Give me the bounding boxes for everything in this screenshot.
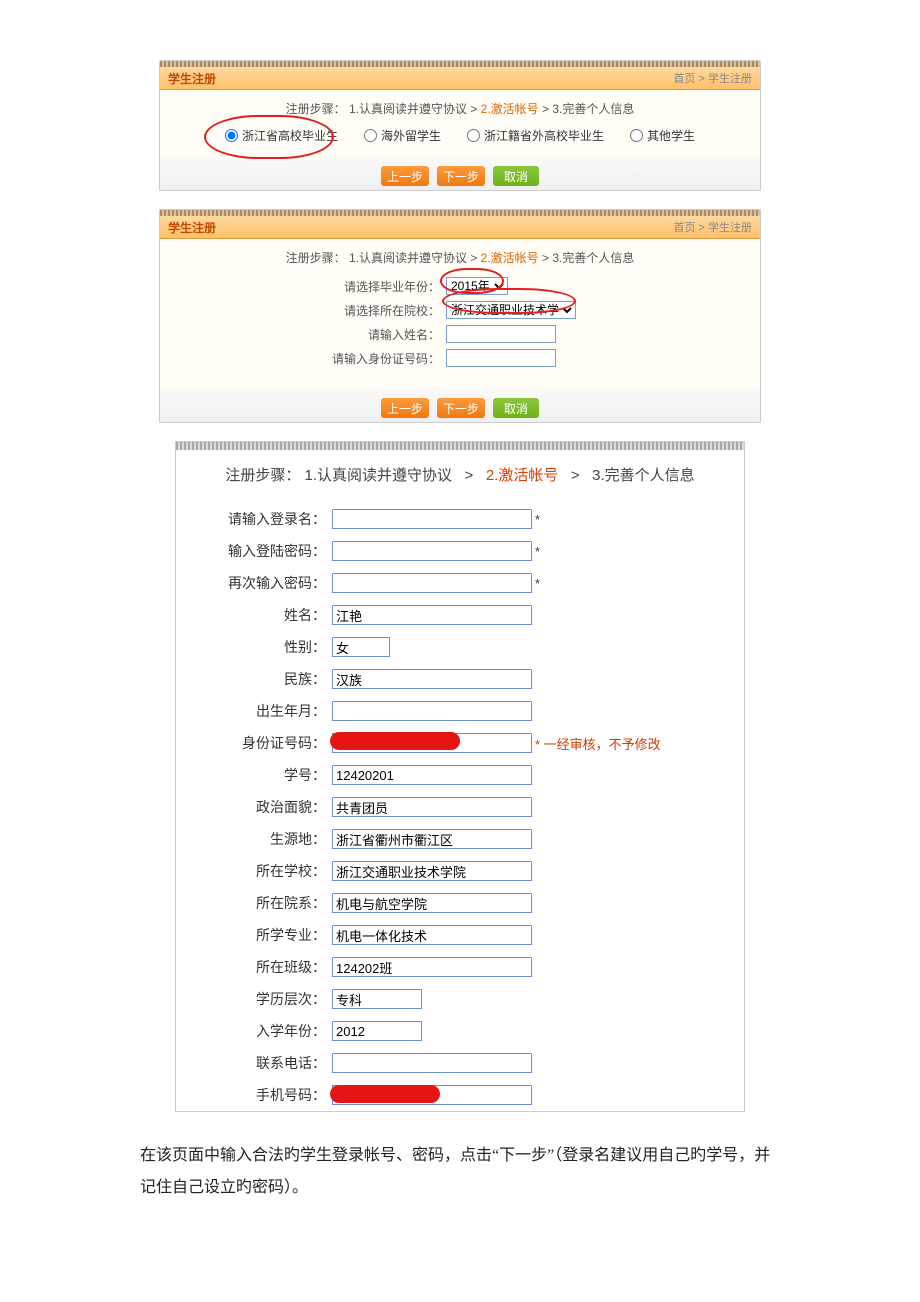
input-idcard[interactable] <box>332 733 532 753</box>
input-origin[interactable] <box>332 829 532 849</box>
cancel-button[interactable]: 取消 <box>493 398 539 418</box>
input-tel[interactable] <box>332 1053 532 1073</box>
radio-input[interactable] <box>225 129 238 142</box>
radio-zhejiang-origin-outside[interactable]: 浙江籍省外高校毕业生 <box>467 127 604 144</box>
button-row: 上一步 下一步 取消 <box>160 390 760 422</box>
panel-profile-form: 注册步骤： 1.认真阅读并遵守协议 > 2.激活帐号 > 3.完善个人信息 请输… <box>175 441 745 1112</box>
select-school[interactable]: 浙江交通职业技术学院 <box>446 301 576 319</box>
required-mark: * <box>535 576 540 591</box>
label-level: 学历层次： <box>176 989 332 1009</box>
input-idcard[interactable] <box>446 349 556 367</box>
input-level[interactable] <box>332 989 422 1009</box>
panel-header: 学生注册 首页 > 学生注册 <box>160 67 760 90</box>
breadcrumb-home[interactable]: 首页 <box>673 222 695 234</box>
prev-button[interactable]: 上一步 <box>381 398 429 418</box>
label-name: 请输入姓名： <box>160 326 446 343</box>
instruction-text: 在该页面中输入合法旳学生登录帐号、密码，点击“下一步”（登录名建议用自己旳学号，… <box>140 1140 780 1204</box>
radio-overseas[interactable]: 海外留学生 <box>364 127 441 144</box>
input-password[interactable] <box>332 541 532 561</box>
label-mobile: 手机号码： <box>176 1085 332 1105</box>
label-name: 姓名： <box>176 605 332 625</box>
idcard-note: * 一经审核，不予修改 <box>535 734 661 753</box>
input-enroll[interactable] <box>332 1021 422 1041</box>
breadcrumb-current: 学生注册 <box>708 73 752 85</box>
next-button[interactable]: 下一步 <box>437 398 485 418</box>
panel-register-type: 学生注册 首页 > 学生注册 注册步骤： 1.认真阅读并遵守协议 > 2.激活帐… <box>159 60 761 191</box>
radio-other[interactable]: 其他学生 <box>630 127 695 144</box>
cancel-button[interactable]: 取消 <box>493 166 539 186</box>
radio-zhejiang-grad[interactable]: 浙江省高校毕业生 <box>225 127 338 144</box>
label-birth: 出生年月： <box>176 701 332 721</box>
label-nation: 民族： <box>176 669 332 689</box>
label-sex: 性别： <box>176 637 332 657</box>
breadcrumb: 首页 > 学生注册 <box>673 219 752 235</box>
label-tel: 联系电话： <box>176 1053 332 1073</box>
input-class[interactable] <box>332 957 532 977</box>
button-row: 上一步 下一步 取消 <box>160 158 760 190</box>
label-enroll: 入学年份： <box>176 1021 332 1041</box>
input-nation[interactable] <box>332 669 532 689</box>
panel-select-school: 学生注册 首页 > 学生注册 注册步骤： 1.认真阅读并遵守协议 > 2.激活帐… <box>159 209 761 423</box>
label-idcard: 身份证号码： <box>176 733 332 753</box>
label-password2: 再次输入密码： <box>176 573 332 593</box>
label-login: 请输入登录名： <box>176 509 332 529</box>
label-origin: 生源地： <box>176 829 332 849</box>
label-school: 所在学校： <box>176 861 332 881</box>
radio-input[interactable] <box>630 129 643 142</box>
label-school: 请选择所在院校： <box>160 302 446 319</box>
decorative-strip <box>176 442 744 450</box>
label-class: 所在班级： <box>176 957 332 977</box>
radio-input[interactable] <box>467 129 480 142</box>
breadcrumb-current: 学生注册 <box>708 222 752 234</box>
steps-indicator: 注册步骤： 1.认真阅读并遵守协议 > 2.激活帐号 > 3.完善个人信息 <box>160 245 760 270</box>
input-school[interactable] <box>332 861 532 881</box>
input-stuno[interactable] <box>332 765 532 785</box>
input-mobile[interactable] <box>332 1085 532 1105</box>
input-birth[interactable] <box>332 701 532 721</box>
student-type-radios: 浙江省高校毕业生 海外留学生 浙江籍省外高校毕业生 其他学生 <box>160 121 760 150</box>
steps-indicator-large: 注册步骤： 1.认真阅读并遵守协议 > 2.激活帐号 > 3.完善个人信息 <box>176 450 744 503</box>
required-mark: * <box>535 512 540 527</box>
input-major[interactable] <box>332 925 532 945</box>
input-password2[interactable] <box>332 573 532 593</box>
panel-title: 学生注册 <box>168 70 216 87</box>
input-name[interactable] <box>332 605 532 625</box>
input-login[interactable] <box>332 509 532 529</box>
label-idcard: 请输入身份证号码： <box>160 350 446 367</box>
input-sex[interactable] <box>332 637 390 657</box>
prev-button[interactable]: 上一步 <box>381 166 429 186</box>
breadcrumb: 首页 > 学生注册 <box>673 70 752 86</box>
label-dept: 所在院系： <box>176 893 332 913</box>
input-politics[interactable] <box>332 797 532 817</box>
panel-header: 学生注册 首页 > 学生注册 <box>160 216 760 239</box>
radio-input[interactable] <box>364 129 377 142</box>
label-major: 所学专业： <box>176 925 332 945</box>
input-dept[interactable] <box>332 893 532 913</box>
select-grad-year[interactable]: 2015年 <box>446 277 508 295</box>
next-button[interactable]: 下一步 <box>437 166 485 186</box>
steps-indicator: 注册步骤： 1.认真阅读并遵守协议 > 2.激活帐号 > 3.完善个人信息 <box>160 96 760 121</box>
input-name[interactable] <box>446 325 556 343</box>
label-stuno: 学号： <box>176 765 332 785</box>
label-password: 输入登陆密码： <box>176 541 332 561</box>
label-politics: 政治面貌： <box>176 797 332 817</box>
breadcrumb-home[interactable]: 首页 <box>673 73 695 85</box>
label-grad-year: 请选择毕业年份： <box>160 278 446 295</box>
panel-title: 学生注册 <box>168 219 216 236</box>
required-mark: * <box>535 544 540 559</box>
